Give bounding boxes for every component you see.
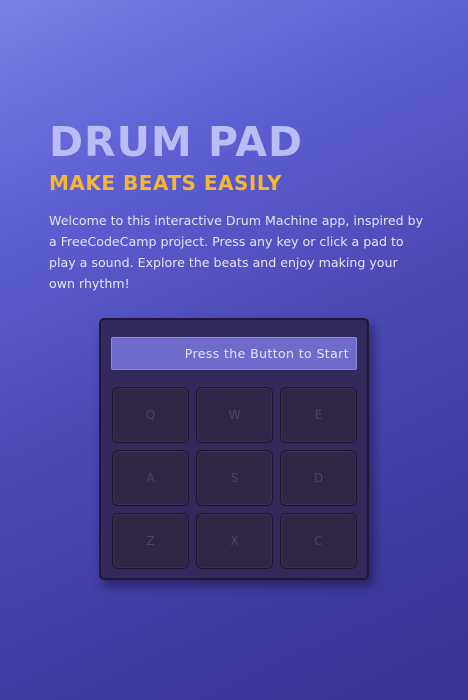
page-title: DRUM PAD: [49, 118, 304, 166]
drum-pad-grid: Q W E A S D Z X C: [112, 387, 358, 569]
drum-pad-a[interactable]: A: [112, 450, 189, 506]
hero-section: DRUM PAD MAKE BEATS EASILY Welcome to th…: [49, 118, 429, 294]
drum-pad-x[interactable]: X: [196, 513, 273, 569]
drum-machine: Press the Button to Start Q W E A S D Z …: [99, 318, 369, 580]
page-subtitle: MAKE BEATS EASILY: [49, 171, 282, 195]
drum-pad-w[interactable]: W: [196, 387, 273, 443]
drum-pad-q[interactable]: Q: [112, 387, 189, 443]
intro-text: Welcome to this interactive Drum Machine…: [49, 213, 424, 291]
drum-pad-z[interactable]: Z: [112, 513, 189, 569]
drum-pad-e[interactable]: E: [280, 387, 357, 443]
drum-pad-d[interactable]: D: [280, 450, 357, 506]
drum-pad-c[interactable]: C: [280, 513, 357, 569]
display-screen: Press the Button to Start: [111, 337, 357, 370]
drum-pad-s[interactable]: S: [196, 450, 273, 506]
